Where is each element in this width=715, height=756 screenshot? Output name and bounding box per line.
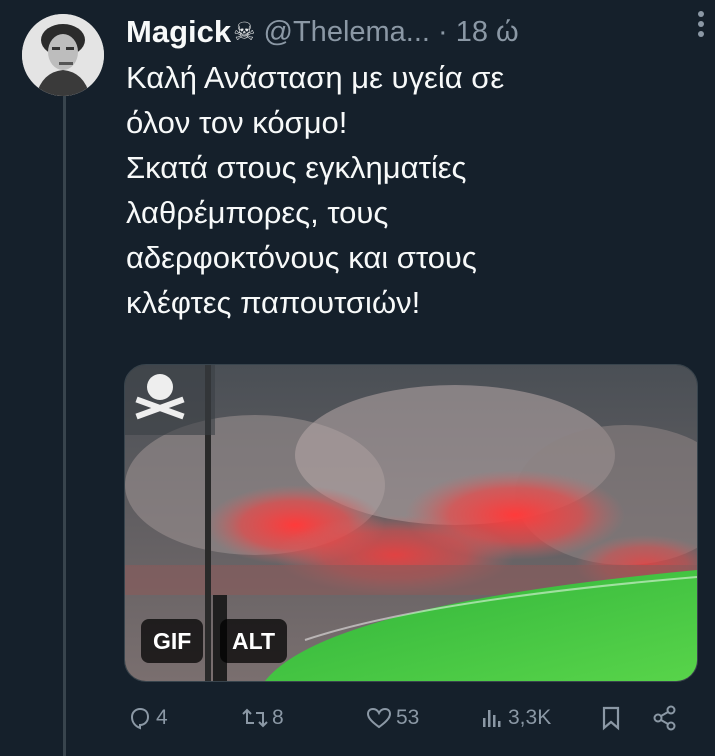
tweet-text-line: κλέφτες παπουτσιών! <box>126 285 421 320</box>
author-name[interactable]: Magick <box>126 14 231 50</box>
tweet-text-line: όλον τον κόσμο! <box>126 105 348 140</box>
thread-line <box>63 96 66 756</box>
like-count: 53 <box>396 706 420 729</box>
tweet-text-line: Σκατά στους εγκληματίες <box>126 150 467 185</box>
more-options-icon[interactable] <box>697 10 705 38</box>
action-bar: 4 8 53 3,3K <box>124 700 696 736</box>
avatar[interactable] <box>22 14 104 96</box>
timestamp[interactable]: · 18 ώ <box>438 16 519 49</box>
views-button[interactable]: 3,3K <box>480 700 551 736</box>
skull-crossbones-icon: ☠ <box>233 18 256 46</box>
tweet-text-line: Καλή Ανάσταση με υγεία σε <box>126 60 505 95</box>
share-button[interactable] <box>652 700 682 736</box>
reply-icon <box>130 707 150 730</box>
like-button[interactable]: 53 <box>366 700 419 736</box>
tweet-text-line: λαθρέμπορες, τους <box>126 195 389 230</box>
tweet-text: Καλή Ανάσταση με υγεία σε όλον τον κόσμο… <box>126 55 686 325</box>
reply-count: 4 <box>156 706 168 729</box>
alt-badge[interactable]: ALT <box>220 619 288 663</box>
analytics-icon <box>483 710 501 727</box>
heart-icon <box>366 707 392 729</box>
tweet-text-line: αδερφοκτόνους και στους <box>126 240 477 275</box>
gif-badge[interactable]: GIF <box>141 619 204 663</box>
tweet-header: Magick ☠ @Thelema... · 18 ώ <box>126 8 695 56</box>
repost-count: 8 <box>272 706 284 729</box>
repost-button[interactable]: 8 <box>242 700 284 736</box>
gif-media[interactable] <box>124 364 698 682</box>
view-count: 3,3K <box>508 706 552 729</box>
share-icon <box>653 705 676 731</box>
repost-icon <box>242 708 268 728</box>
bookmark-icon <box>602 706 620 731</box>
bookmark-button[interactable] <box>600 700 626 736</box>
author-handle[interactable]: @Thelema... <box>264 16 430 49</box>
reply-button[interactable]: 4 <box>128 700 168 736</box>
